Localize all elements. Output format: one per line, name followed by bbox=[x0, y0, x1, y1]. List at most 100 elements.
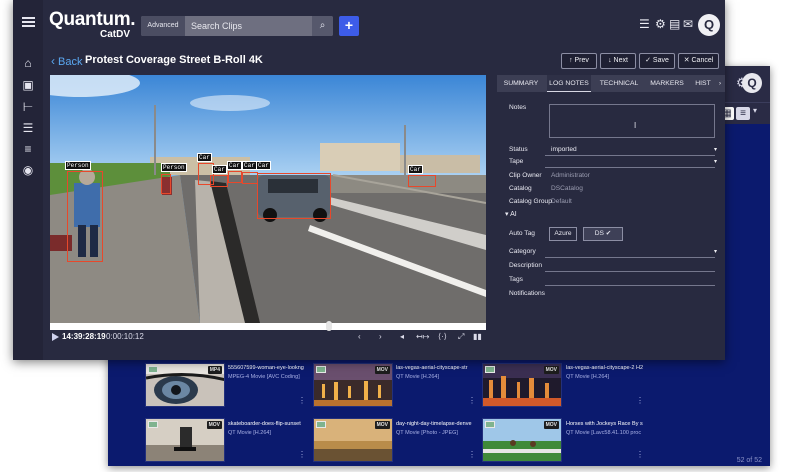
clip-format: MPEG-4 Movie [AVC Coding] bbox=[228, 374, 300, 380]
menu-icon[interactable] bbox=[22, 17, 35, 27]
clip-thumbnail[interactable]: MOV bbox=[482, 418, 562, 462]
title-bar: ‹ Back Protest Coverage Street B-Roll 4K … bbox=[43, 50, 725, 72]
tab-history[interactable]: HIST bbox=[693, 75, 713, 92]
loop-icon[interactable]: ⟨·⟩ bbox=[438, 332, 447, 341]
clip-name: las-vegas-aerial-cityscape-str bbox=[396, 365, 468, 371]
detection-box bbox=[210, 175, 228, 187]
catalog-group-label: Catalog Group bbox=[509, 198, 552, 205]
scrub-bar[interactable] bbox=[50, 321, 486, 331]
detection-box bbox=[67, 171, 103, 262]
notes-field[interactable]: I bbox=[549, 104, 715, 138]
more-icon[interactable]: ⋮ bbox=[636, 450, 644, 459]
description-label: Description bbox=[509, 262, 542, 269]
video-player[interactable]: Person Person Car Car Car Car Car Car bbox=[50, 75, 486, 323]
chevron-down-icon[interactable]: ▾ bbox=[714, 248, 717, 255]
ds-toggle[interactable]: DS ✔ bbox=[583, 227, 623, 241]
gear-icon[interactable]: ⚙ bbox=[655, 17, 666, 31]
chevron-down-icon[interactable]: ▾ bbox=[714, 146, 717, 153]
add-button[interactable]: + bbox=[339, 16, 359, 36]
catalog-value: DSCatalog bbox=[551, 185, 583, 192]
clip-format: QT Movie [H.264] bbox=[566, 374, 609, 380]
flag-icon bbox=[485, 366, 495, 373]
play-icon[interactable] bbox=[52, 333, 59, 341]
detection-box bbox=[228, 171, 242, 183]
category-select[interactable] bbox=[545, 257, 715, 258]
mark-range-icon[interactable]: ↤↦ bbox=[416, 332, 429, 341]
tape-input[interactable] bbox=[545, 167, 715, 168]
status-select[interactable]: imported bbox=[551, 146, 577, 153]
search-icon[interactable]: ⌕ bbox=[312, 16, 333, 36]
flag-icon bbox=[316, 421, 326, 428]
chevron-down-icon[interactable]: ▾ bbox=[714, 158, 717, 165]
chevron-right-icon[interactable]: › bbox=[715, 75, 725, 92]
clip-thumbnail[interactable]: MOV bbox=[145, 418, 225, 462]
more-icon[interactable]: ⋮ bbox=[468, 396, 476, 405]
next-button[interactable]: ↓ Next bbox=[600, 53, 636, 69]
badge-icon[interactable]: ▤ bbox=[669, 17, 680, 31]
clip-format: QT Movie [H.264] bbox=[228, 430, 271, 436]
bag-icon[interactable]: ▣ bbox=[21, 78, 35, 92]
duration: 0:00:10:12 bbox=[106, 332, 144, 341]
tags-input[interactable] bbox=[545, 285, 715, 286]
list-icon[interactable]: ≡ bbox=[21, 142, 35, 156]
list-view-icon[interactable]: ≡ bbox=[736, 107, 750, 120]
detection-box bbox=[161, 174, 171, 194]
list-box-icon[interactable]: ☰ bbox=[21, 121, 35, 135]
clip-name: Horses with Jockeys Race By s bbox=[566, 421, 643, 427]
search-input[interactable]: Search Clips bbox=[191, 16, 242, 36]
tab-technical[interactable]: TECHNICAL bbox=[597, 75, 641, 92]
clip-thumbnail[interactable]: MOV bbox=[482, 363, 562, 407]
levels-icon[interactable]: ▮▮ bbox=[473, 332, 482, 341]
azure-toggle[interactable]: Azure bbox=[549, 227, 577, 241]
home-icon[interactable]: ⌂ bbox=[21, 56, 35, 70]
auto-tag-label: Auto Tag bbox=[509, 230, 535, 237]
format-badge: MOV bbox=[543, 421, 559, 429]
check-circle-icon[interactable]: ◉ bbox=[21, 163, 35, 177]
cancel-button[interactable]: ✕ Cancel bbox=[678, 53, 719, 69]
search-bar: Advanced Search Clips ⌕ bbox=[141, 16, 333, 36]
tab-log-notes[interactable]: LOG NOTES bbox=[547, 75, 591, 92]
save-button[interactable]: ✓ Save bbox=[639, 53, 675, 69]
flag-icon bbox=[148, 366, 158, 373]
top-bar: Quantum. CatDV Advanced Search Clips ⌕ +… bbox=[13, 0, 725, 48]
clip-thumbnail[interactable]: MOV bbox=[313, 418, 393, 462]
clip-owner-label: Clip Owner bbox=[509, 172, 542, 179]
hierarchy-icon[interactable]: ⊢ bbox=[21, 100, 35, 114]
clip-thumbnail[interactable]: MP4 bbox=[145, 363, 225, 407]
page-title: Protest Coverage Street B-Roll 4K bbox=[85, 54, 263, 66]
detection-label: Car bbox=[256, 161, 271, 170]
tags-label: Tags bbox=[509, 276, 523, 283]
clip-name: day-night-day-timelapse-denve bbox=[396, 421, 472, 427]
clip-name: las-vegas-aerial-cityscape-2 H2 bbox=[566, 365, 644, 371]
page-indicator: 52 of 52 bbox=[736, 457, 762, 464]
clip-thumbnail[interactable]: MOV bbox=[313, 363, 393, 407]
avatar[interactable]: Q bbox=[742, 73, 762, 93]
chat-icon[interactable]: ✉ bbox=[683, 17, 693, 31]
notifications-label: Notifications bbox=[509, 290, 545, 297]
list-menu-icon[interactable]: ☰ bbox=[639, 17, 650, 31]
status-label: Status bbox=[509, 146, 528, 153]
clip-format: QT Movie [Photo - JPEG] bbox=[396, 430, 458, 436]
fullscreen-icon[interactable]: ⤢ bbox=[458, 332, 464, 342]
more-icon[interactable]: ⋮ bbox=[298, 450, 306, 459]
clip-name: skateboarder-does-flip-sunset bbox=[228, 421, 301, 427]
avatar[interactable]: Q bbox=[698, 14, 720, 36]
step-forward-icon[interactable]: › bbox=[379, 332, 382, 341]
tab-summary[interactable]: SUMMARY bbox=[503, 75, 539, 92]
notes-label: Notes bbox=[509, 104, 527, 111]
detection-box bbox=[408, 175, 436, 187]
tab-markers[interactable]: MARKERS bbox=[647, 75, 687, 92]
ai-section-toggle[interactable]: ▾ AI bbox=[505, 210, 517, 218]
chevron-down-icon[interactable]: ▾ bbox=[753, 106, 757, 115]
flag-icon bbox=[316, 366, 326, 373]
text-cursor-icon: I bbox=[634, 121, 637, 130]
more-icon[interactable]: ⋮ bbox=[636, 396, 644, 405]
prev-button[interactable]: ↑ Prev bbox=[561, 53, 597, 69]
description-input[interactable] bbox=[545, 271, 715, 272]
back-link[interactable]: ‹ Back bbox=[51, 54, 82, 68]
more-icon[interactable]: ⋮ bbox=[298, 396, 306, 405]
mark-in-icon[interactable]: ◂ bbox=[400, 332, 404, 341]
advanced-search-button[interactable]: Advanced bbox=[141, 16, 185, 36]
more-icon[interactable]: ⋮ bbox=[468, 450, 476, 459]
step-back-icon[interactable]: ‹ bbox=[358, 332, 361, 341]
